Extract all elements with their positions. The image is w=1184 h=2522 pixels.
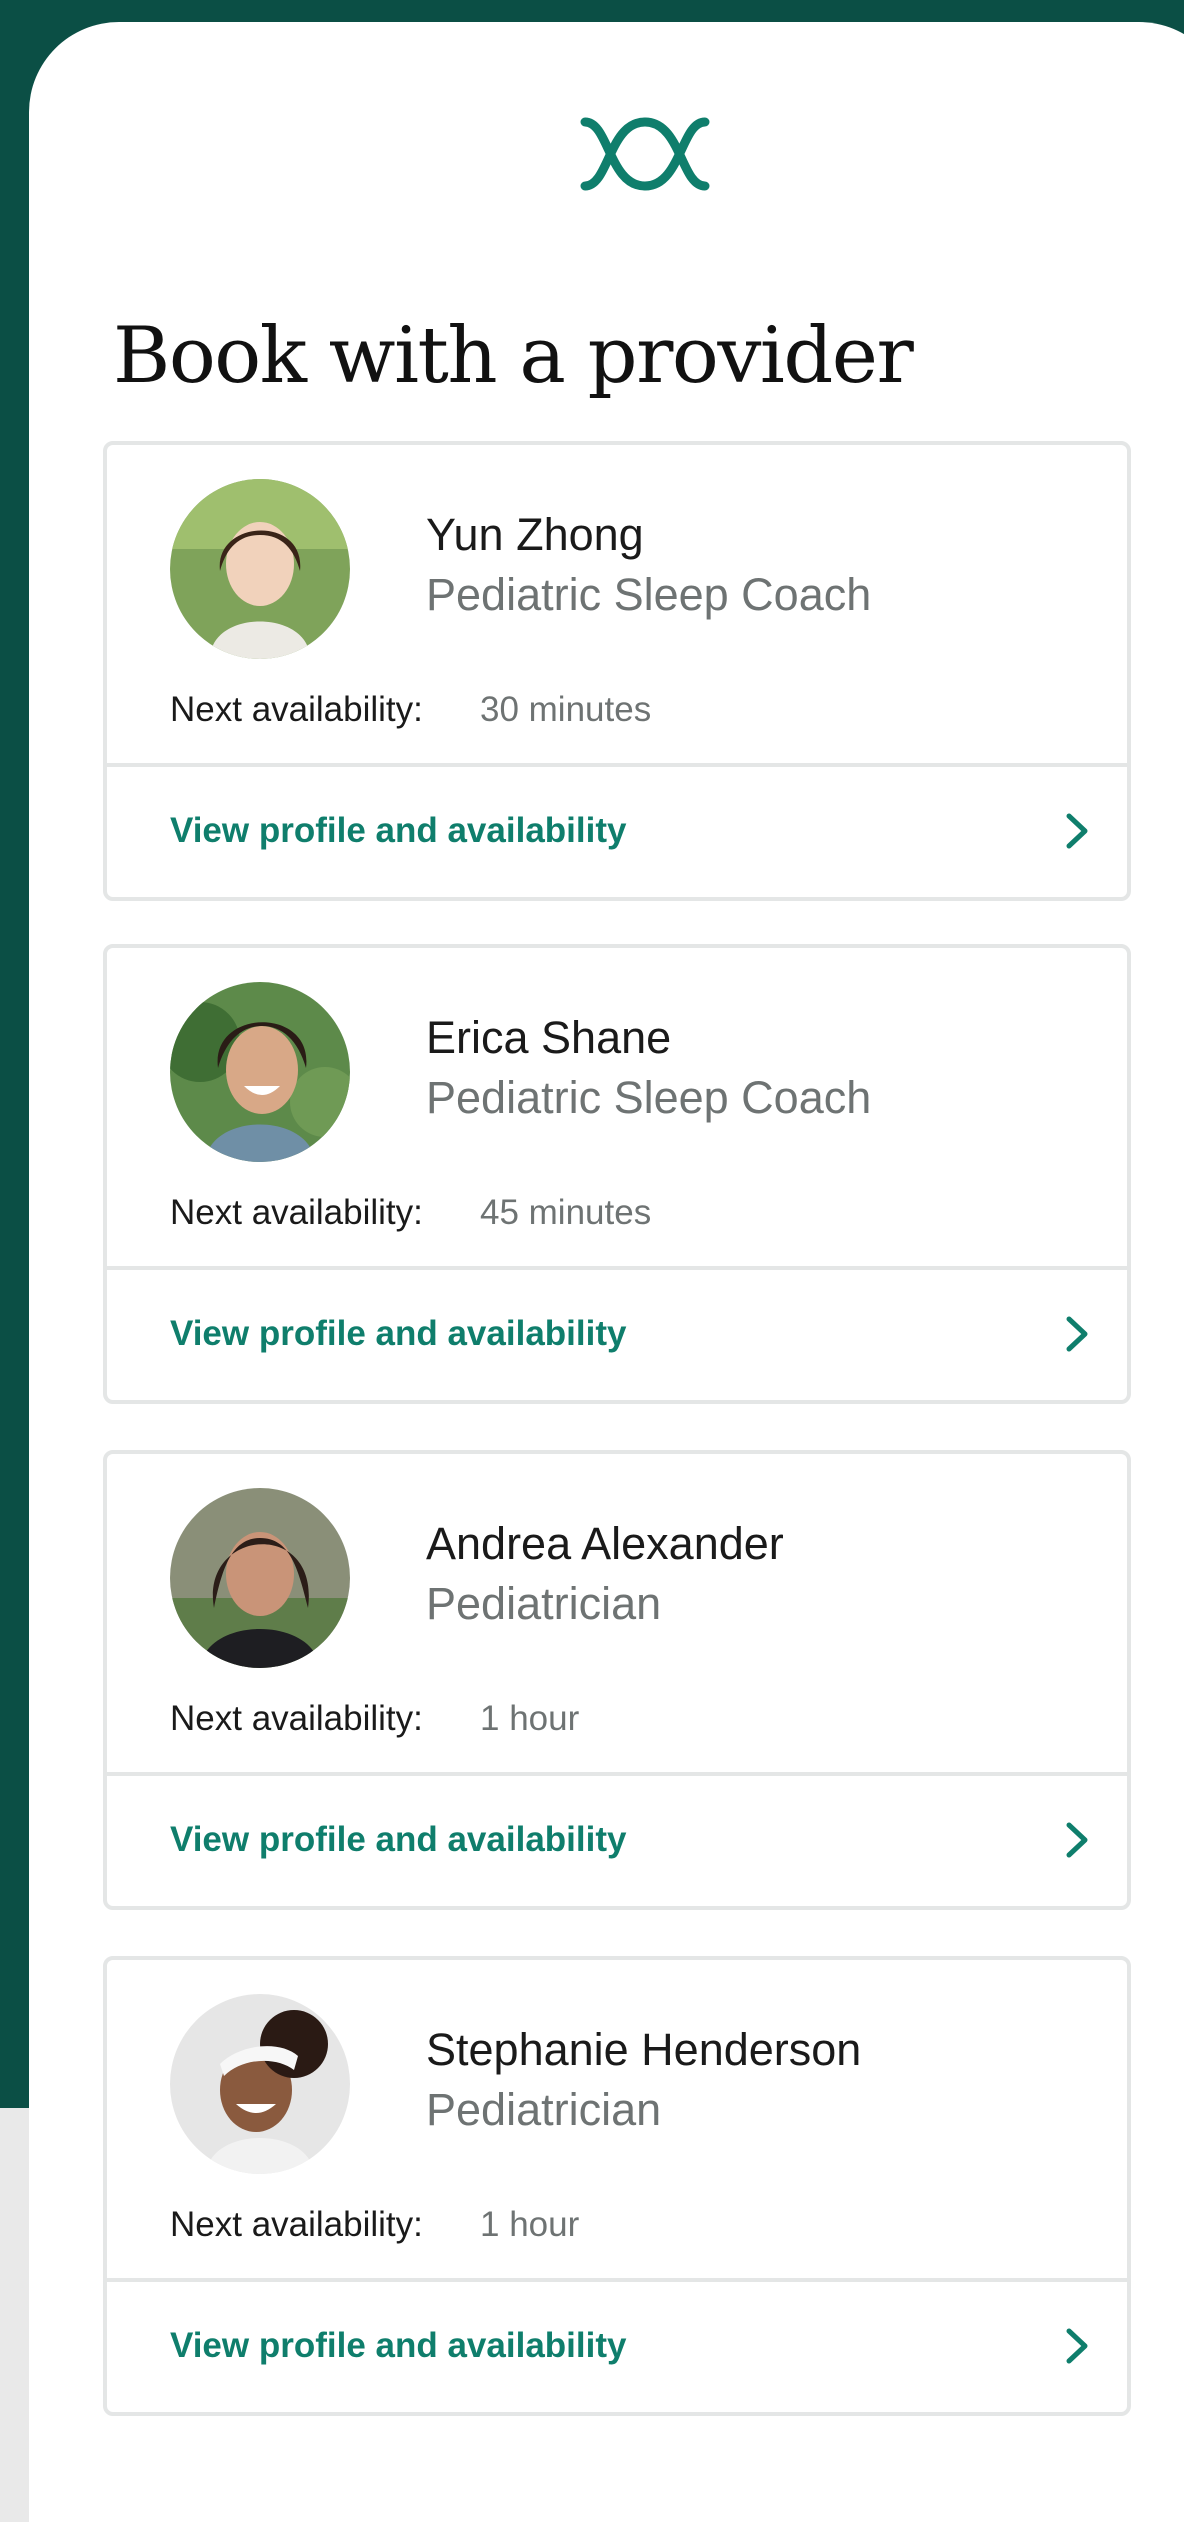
chevron-right-icon bbox=[1066, 813, 1088, 849]
provider-role: Pediatrician bbox=[426, 2084, 662, 2135]
availability-value: 1 hour bbox=[480, 1699, 580, 1738]
provider-name: Erica Shane bbox=[426, 1012, 672, 1063]
view-profile-link-label: View profile and availability bbox=[170, 811, 627, 850]
provider-avatar bbox=[170, 479, 350, 659]
view-profile-link[interactable]: View profile and availability bbox=[107, 767, 1127, 897]
availability-value: 45 minutes bbox=[480, 1193, 652, 1232]
provider-name: Yun Zhong bbox=[426, 509, 644, 560]
provider-role: Pediatric Sleep Coach bbox=[426, 1072, 872, 1123]
chevron-right-icon bbox=[1066, 1822, 1088, 1858]
brand-wave-logo-icon bbox=[580, 117, 710, 191]
provider-card: Andrea Alexander Pediatrician Next avail… bbox=[103, 1450, 1131, 1910]
provider-card: Erica Shane Pediatric Sleep Coach Next a… bbox=[103, 944, 1131, 1404]
provider-role: Pediatrician bbox=[426, 1578, 662, 1629]
availability-label: Next availability: bbox=[170, 1699, 423, 1738]
chevron-right-icon bbox=[1066, 1316, 1088, 1352]
chevron-right-icon bbox=[1066, 2328, 1088, 2364]
availability-value: 30 minutes bbox=[480, 690, 652, 729]
page-title: Book with a provider bbox=[113, 311, 914, 401]
view-profile-link[interactable]: View profile and availability bbox=[107, 2282, 1127, 2412]
provider-card: Stephanie Henderson Pediatrician Next av… bbox=[103, 1956, 1131, 2416]
view-profile-link-label: View profile and availability bbox=[170, 2326, 627, 2365]
availability-label: Next availability: bbox=[170, 690, 423, 729]
availability-label: Next availability: bbox=[170, 2205, 423, 2244]
availability-value: 1 hour bbox=[480, 2205, 580, 2244]
provider-avatar bbox=[170, 1488, 350, 1668]
view-profile-link[interactable]: View profile and availability bbox=[107, 1270, 1127, 1400]
provider-avatar bbox=[170, 982, 350, 1162]
view-profile-link[interactable]: View profile and availability bbox=[107, 1776, 1127, 1906]
view-profile-link-label: View profile and availability bbox=[170, 1820, 627, 1859]
availability-label: Next availability: bbox=[170, 1193, 423, 1232]
provider-name: Stephanie Henderson bbox=[426, 2024, 862, 2075]
provider-avatar bbox=[170, 1994, 350, 2174]
provider-role: Pediatric Sleep Coach bbox=[426, 569, 872, 620]
provider-card: Yun Zhong Pediatric Sleep Coach Next ava… bbox=[103, 441, 1131, 901]
view-profile-link-label: View profile and availability bbox=[170, 1314, 627, 1353]
provider-name: Andrea Alexander bbox=[426, 1518, 784, 1569]
